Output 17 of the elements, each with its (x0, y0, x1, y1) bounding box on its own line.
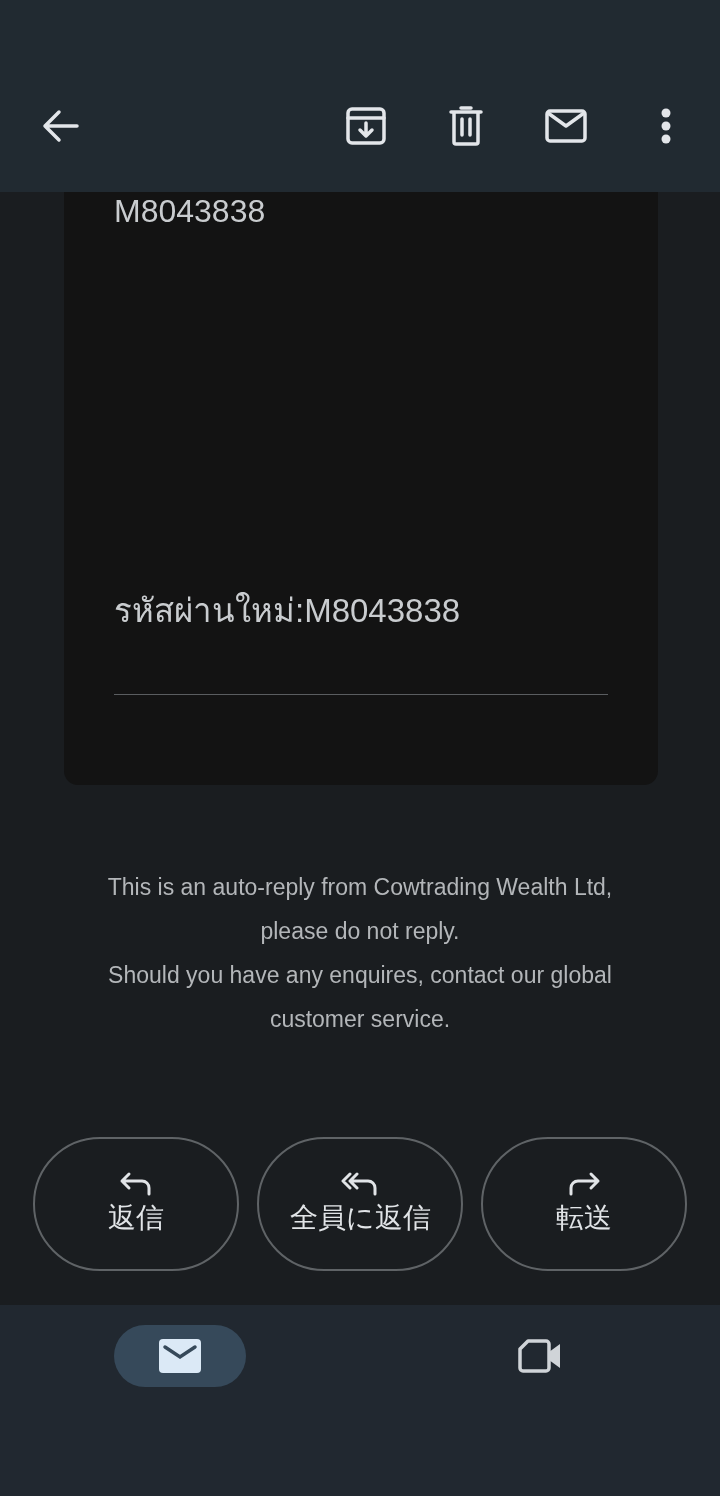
more-icon (661, 108, 671, 144)
reply-icon (119, 1171, 153, 1197)
trash-icon (449, 106, 483, 146)
back-arrow-icon (41, 109, 79, 143)
reply-all-button[interactable]: 全員に返信 (257, 1137, 463, 1271)
reply-all-icon (341, 1171, 379, 1197)
envelope-icon (545, 109, 587, 143)
reply-button[interactable]: 返信 (33, 1137, 239, 1271)
video-camera-icon (518, 1339, 562, 1373)
footer-text: This is an auto-reply from Cowtrading Wealth Ltd, please do not reply. (106, 873, 614, 946)
footer-text: Should you have any enquires, contact our global customer service. (107, 961, 613, 1034)
forward-icon (567, 1171, 601, 1197)
archive-icon (346, 107, 386, 145)
password-text: รหัสผ่านใหม่:M8043838 (114, 592, 608, 695)
forward-button[interactable]: 転送 (481, 1137, 687, 1271)
code-text: M8043838 (114, 192, 267, 230)
mail-icon (159, 1339, 201, 1373)
